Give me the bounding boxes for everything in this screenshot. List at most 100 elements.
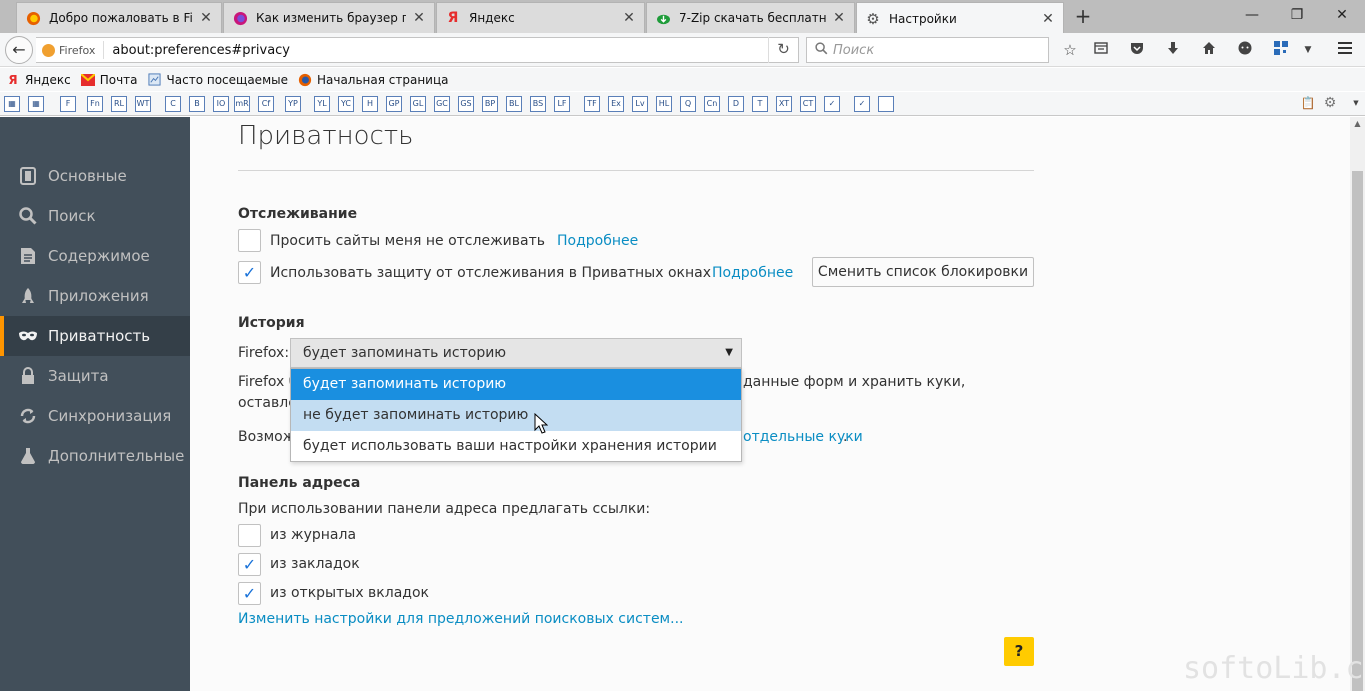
url-input[interactable]: about:preferences#privacy — [104, 43, 768, 58]
search-suggestions-settings-link[interactable]: Изменить настройки для предложений поиск… — [238, 611, 683, 627]
addon-button[interactable]: IO — [213, 96, 229, 112]
sidebar-item-applications[interactable]: Приложения — [0, 276, 190, 316]
history-option-never[interactable]: не будет запоминать историю — [291, 400, 741, 431]
scrollbar[interactable]: ▲ — [1350, 117, 1365, 691]
sidebar-item-privacy[interactable]: Приватность — [0, 316, 190, 356]
suggest-bookmarks-label[interactable]: из закладок — [270, 556, 360, 572]
tracking-protection-checkbox[interactable]: ✓ — [238, 261, 261, 284]
addon-button[interactable]: BS — [530, 96, 546, 112]
addon-button[interactable]: GS — [458, 96, 474, 112]
suggest-open-tabs-checkbox[interactable]: ✓ — [238, 582, 261, 605]
sidebar-item-general[interactable]: Основные — [0, 156, 190, 196]
downloads-icon[interactable] — [1162, 40, 1184, 60]
addon-button[interactable]: C — [165, 96, 181, 112]
addon-button[interactable]: Lv — [632, 96, 648, 112]
suggest-history-label[interactable]: из журнала — [270, 527, 356, 543]
sidebar-item-security[interactable]: Защита — [0, 356, 190, 396]
addon-button[interactable]: B — [189, 96, 205, 112]
addon-button[interactable]: Cf — [258, 96, 274, 112]
addon-button[interactable]: YP — [285, 96, 301, 112]
bookmark-yandex[interactable]: Я Яндекс — [6, 73, 70, 87]
addon-button[interactable]: XT — [776, 96, 792, 112]
close-tab-icon[interactable]: ✕ — [832, 10, 846, 26]
addon-button[interactable]: YL — [314, 96, 330, 112]
sidebar-item-sync[interactable]: Синхронизация — [0, 396, 190, 436]
tab-how-to-change[interactable]: Как изменить браузер по... ✕ — [223, 2, 435, 33]
dnt-checkbox[interactable] — [238, 229, 261, 252]
search-input[interactable]: Поиск — [806, 37, 1049, 63]
addon-button[interactable]: GP — [386, 96, 402, 112]
sidebar-item-content[interactable]: Содержимое — [0, 236, 190, 276]
grid-alt-icon[interactable]: ▦ — [28, 96, 44, 112]
reload-button[interactable]: ↻ — [768, 37, 798, 63]
addon-button[interactable]: RL — [111, 96, 127, 112]
sidebar-item-search[interactable]: Поиск — [0, 196, 190, 236]
tab-yandex[interactable]: Я Яндекс ✕ — [436, 2, 645, 33]
suggest-open-tabs-label[interactable]: из открытых вкладок — [270, 585, 429, 601]
change-blocklist-button[interactable]: Сменить список блокировки — [812, 257, 1034, 287]
home-icon[interactable] — [1198, 40, 1220, 60]
dnt-label[interactable]: Просить сайты меня не отслеживать — [270, 233, 545, 249]
addon-button[interactable]: BP — [482, 96, 498, 112]
history-option-custom[interactable]: будет использовать ваши настройки хранен… — [291, 431, 741, 462]
bookmark-star-icon[interactable]: ☆ — [1059, 40, 1081, 60]
dnt-learn-more-link[interactable]: Подробнее — [557, 233, 638, 249]
close-tab-icon[interactable]: ✕ — [199, 10, 213, 26]
minimize-button[interactable]: — — [1232, 4, 1272, 26]
addon-button[interactable]: HL — [656, 96, 672, 112]
scrollbar-thumb[interactable] — [1352, 171, 1363, 691]
url-bar[interactable]: Firefox about:preferences#privacy ↻ — [36, 37, 799, 63]
hamburger-menu-icon[interactable] — [1334, 40, 1356, 60]
addon-button[interactable]: CT — [800, 96, 816, 112]
addon-button[interactable]: YC — [338, 96, 354, 112]
addon-button[interactable]: Fn — [87, 96, 103, 112]
addon-button[interactable]: H — [362, 96, 378, 112]
tab-welcome[interactable]: Добро пожаловать в Fire... ✕ — [16, 2, 222, 33]
tab-settings[interactable]: ⚙ Настройки ✕ — [856, 2, 1064, 34]
addon-button[interactable]: T — [752, 96, 768, 112]
reading-list-icon[interactable] — [1090, 40, 1112, 60]
clipboard-icon[interactable]: 📋 — [1300, 96, 1316, 112]
addon-button[interactable]: LF — [554, 96, 570, 112]
addon-button[interactable] — [878, 96, 894, 112]
help-button[interactable]: ? — [1004, 637, 1034, 666]
window-close-button[interactable]: ✕ — [1322, 4, 1362, 26]
scroll-up-icon[interactable]: ▲ — [1350, 119, 1365, 128]
addon-button[interactable]: TF — [584, 96, 600, 112]
addon-button[interactable]: F — [60, 96, 76, 112]
addon-button[interactable]: Ex — [608, 96, 624, 112]
addon-button[interactable]: GC — [434, 96, 450, 112]
restore-button[interactable]: ❐ — [1277, 4, 1317, 26]
addon-button[interactable]: Cn — [704, 96, 720, 112]
addon-button[interactable]: GL — [410, 96, 426, 112]
bookmark-most-visited[interactable]: Часто посещаемые — [148, 73, 288, 87]
addon-button[interactable]: mR — [234, 96, 250, 112]
tp-learn-more-link[interactable]: Подробнее — [712, 265, 793, 281]
tracking-protection-label[interactable]: Использовать защиту от отслеживания в Пр… — [270, 265, 711, 281]
back-button[interactable]: ← — [5, 36, 33, 64]
grid-icon[interactable]: ▦ — [4, 96, 20, 112]
bookmark-start-page[interactable]: Начальная страница — [298, 73, 449, 87]
qr-code-icon[interactable] — [1270, 40, 1292, 60]
addon-button[interactable]: D — [728, 96, 744, 112]
suggest-history-checkbox[interactable] — [238, 524, 261, 547]
pocket-icon[interactable] — [1126, 40, 1148, 60]
bookmark-mail[interactable]: Почта — [80, 73, 138, 87]
close-tab-icon[interactable]: ✕ — [622, 10, 636, 26]
close-tab-icon[interactable]: ✕ — [1041, 11, 1055, 27]
chat-icon[interactable] — [1234, 40, 1256, 60]
tab-7zip[interactable]: 7-Zip скачать бесплатно ... ✕ — [646, 2, 855, 33]
sidebar-item-advanced[interactable]: Дополнительные — [0, 436, 190, 476]
addon-button[interactable]: WT — [135, 96, 151, 112]
chevron-down-icon[interactable]: ▼ — [1297, 40, 1319, 60]
close-tab-icon[interactable]: ✕ — [412, 10, 426, 26]
chevron-down-icon[interactable]: ▼ — [1348, 96, 1364, 112]
addon-button[interactable]: ✓ — [854, 96, 870, 112]
addon-button[interactable]: Q — [680, 96, 696, 112]
new-tab-button[interactable]: + — [1070, 4, 1096, 28]
suggest-bookmarks-checkbox[interactable]: ✓ — [238, 553, 261, 576]
history-mode-select[interactable]: будет запоминать историю ▼ — [290, 338, 742, 368]
addon-button[interactable]: BL — [506, 96, 522, 112]
identity-box[interactable]: Firefox — [36, 41, 105, 59]
history-option-remember[interactable]: будет запоминать историю — [291, 369, 741, 400]
